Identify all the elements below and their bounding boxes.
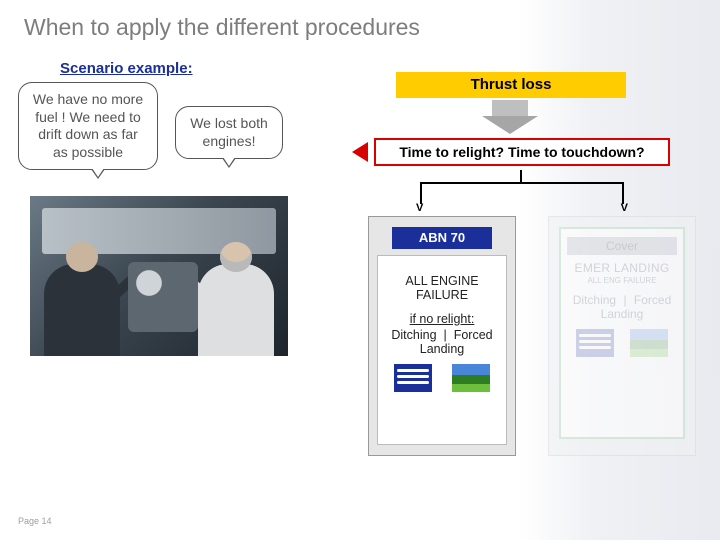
bubble-text: We lost both engines! xyxy=(190,115,268,149)
pilot-left xyxy=(44,264,120,356)
water-icon xyxy=(576,329,614,357)
branch-marker-left: V xyxy=(416,202,423,214)
page-number: Page 14 xyxy=(18,516,52,526)
pilot-right xyxy=(198,264,274,356)
scenario-text: Scenario example xyxy=(60,60,188,77)
card-line: FAILURE xyxy=(384,288,500,302)
procedure-card-cover: Cover EMER LANDING ALL ENG FAILURE Ditch… xyxy=(548,216,696,456)
water-icon xyxy=(394,364,432,392)
card-title: EMER LANDING xyxy=(567,261,677,275)
decision-box: Time to relight? Time to touchdown? xyxy=(374,138,670,166)
page-title: When to apply the different procedures xyxy=(24,14,420,41)
branch-bracket: V V xyxy=(378,170,666,210)
option-ditching: Ditching xyxy=(573,293,616,307)
land-icon xyxy=(630,329,668,357)
procedure-card-abn70: ABN 70 ALL ENGINE FAILURE if no relight:… xyxy=(368,216,516,456)
card-condition: if no relight: xyxy=(410,312,475,326)
card-subtitle: ALL ENG FAILURE xyxy=(567,276,677,285)
card-header: ABN 70 xyxy=(392,227,492,249)
left-arrow-icon xyxy=(352,142,368,162)
thrust-loss-box: Thrust loss xyxy=(396,72,626,98)
bubble-tail xyxy=(91,169,105,179)
cockpit-photo xyxy=(30,196,288,356)
cover-label: Cover xyxy=(567,237,677,255)
speech-bubble-fuel: We have no more fuel ! We need to drift … xyxy=(18,82,158,170)
colon: : xyxy=(188,60,193,77)
speech-bubble-engines: We lost both engines! xyxy=(175,106,283,159)
scenario-label: Scenario example: xyxy=(60,60,193,77)
bubble-text: We have no more fuel ! We need to drift … xyxy=(33,91,143,160)
card-body: ALL ENGINE FAILURE if no relight: Ditchi… xyxy=(377,255,507,445)
card-options: Ditching | Forced Landing xyxy=(384,328,500,356)
branch-marker-right: V xyxy=(621,202,628,214)
down-arrow-icon xyxy=(492,100,538,134)
option-ditching: Ditching xyxy=(391,328,436,342)
card-line: ALL ENGINE xyxy=(384,274,500,288)
card-options: Ditching | Forced Landing xyxy=(567,293,677,321)
bubble-tail xyxy=(222,158,236,168)
separator: | xyxy=(619,293,630,307)
separator: | xyxy=(444,328,447,342)
card-body: Cover EMER LANDING ALL ENG FAILURE Ditch… xyxy=(559,227,685,439)
land-icon xyxy=(452,364,490,392)
